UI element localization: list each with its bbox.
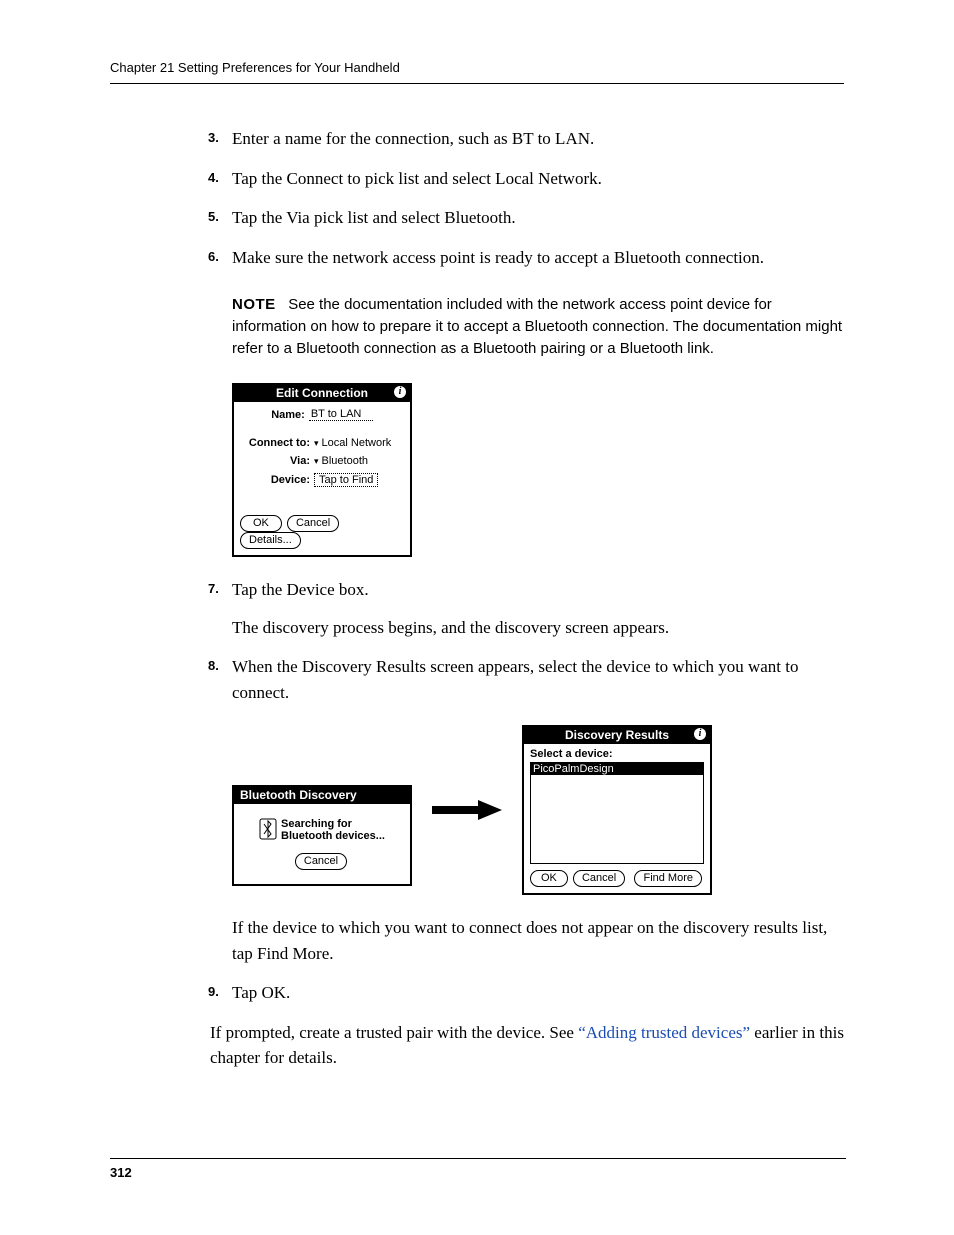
dialog-title: Edit Connection i (234, 385, 410, 402)
step-subtext: The discovery process begins, and the di… (232, 615, 844, 641)
step-number: 3. (208, 128, 219, 148)
select-device-prompt: Select a device: (530, 748, 704, 760)
closing-paragraph: If prompted, create a trusted pair with … (210, 1020, 844, 1071)
step-text: Enter a name for the connection, such as… (232, 129, 594, 148)
step-number: 7. (208, 579, 219, 599)
step-9: 9. Tap OK. (210, 980, 844, 1006)
note-label: NOTE (232, 296, 276, 313)
connect-to-label: Connect to: (240, 437, 310, 449)
step-6: 6. Make sure the network access point is… (210, 245, 844, 271)
figure-discovery-row: Bluetooth Discovery Searching fo (232, 725, 844, 895)
name-label: Name: (271, 409, 305, 421)
step-text: Make sure the network access point is re… (232, 248, 764, 267)
step-8-subtext: If the device to which you want to conne… (232, 915, 844, 966)
note-text: See the documentation included with the … (232, 296, 842, 357)
step-8: 8. When the Discovery Results screen app… (210, 654, 844, 705)
step-text: Tap the Via pick list and select Bluetoo… (232, 208, 516, 227)
step-text: Tap the Connect to pick list and select … (232, 169, 602, 188)
name-input[interactable]: BT to LAN (309, 408, 373, 421)
bluetooth-icon (259, 818, 277, 843)
step-3: 3. Enter a name for the connection, such… (210, 126, 844, 152)
info-icon[interactable]: i (394, 386, 406, 398)
cancel-button[interactable]: Cancel (287, 515, 339, 532)
figure-edit-connection: Edit Connection i Name: BT to LAN Connec… (232, 383, 844, 557)
step-number: 9. (208, 982, 219, 1002)
adding-trusted-devices-link[interactable]: “Adding trusted devices” (578, 1023, 750, 1042)
note-block: NOTE See the documentation included with… (232, 294, 844, 359)
cancel-button[interactable]: Cancel (295, 853, 347, 870)
content-area: 3. Enter a name for the connection, such… (210, 126, 844, 1071)
step-number: 4. (208, 168, 219, 188)
step-text: Tap OK. (232, 983, 290, 1002)
via-label: Via: (240, 455, 310, 467)
via-picklist[interactable]: Bluetooth (314, 455, 368, 467)
step-text: When the Discovery Results screen appear… (232, 657, 798, 702)
page-header: Chapter 21 Setting Preferences for Your … (110, 60, 844, 84)
page-number: 312 (110, 1158, 846, 1180)
device-list-item[interactable]: PicoPalmDesign (531, 763, 703, 775)
step-number: 5. (208, 207, 219, 227)
step-number: 6. (208, 247, 219, 267)
device-list[interactable]: PicoPalmDesign (530, 762, 704, 864)
find-more-button[interactable]: Find More (634, 870, 702, 887)
step-7: 7. Tap the Device box. The discovery pro… (210, 577, 844, 640)
searching-text-2: Bluetooth devices... (281, 830, 385, 842)
device-label: Device: (240, 474, 310, 486)
ok-button[interactable]: OK (240, 515, 282, 532)
connect-to-picklist[interactable]: Local Network (314, 437, 391, 449)
searching-text-1: Searching for (281, 818, 385, 830)
details-button[interactable]: Details... (240, 532, 301, 549)
step-text: Tap the Device box. (232, 580, 369, 599)
dialog-title: Bluetooth Discovery (234, 787, 410, 804)
arrow-icon (432, 800, 502, 820)
cancel-button[interactable]: Cancel (573, 870, 625, 887)
step-number: 8. (208, 656, 219, 676)
info-icon[interactable]: i (694, 728, 706, 740)
device-box[interactable]: Tap to Find (314, 473, 378, 487)
step-5: 5. Tap the Via pick list and select Blue… (210, 205, 844, 231)
step-4: 4. Tap the Connect to pick list and sele… (210, 166, 844, 192)
dialog-title: Discovery Results i (524, 727, 710, 744)
ok-button[interactable]: OK (530, 870, 568, 887)
